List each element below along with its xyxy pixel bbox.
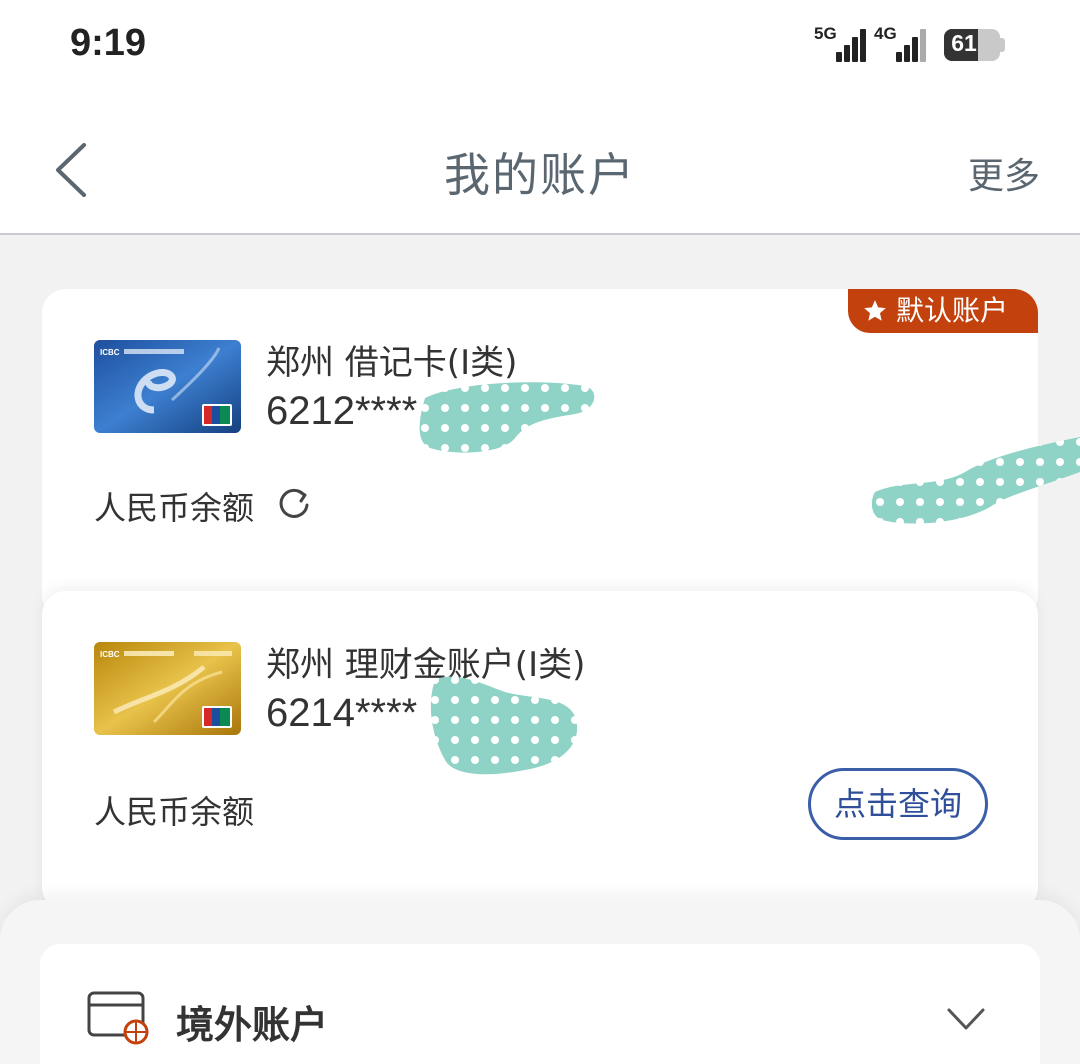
wealth-card-image: ICBC bbox=[94, 642, 241, 735]
network-label-5g: 5G bbox=[814, 24, 837, 43]
more-button[interactable]: 更多 bbox=[968, 147, 1040, 199]
network-label-4g: 4G bbox=[874, 24, 897, 43]
status-bar: 9:19 5G 4G 61 bbox=[0, 0, 1080, 95]
signal-bars-icon bbox=[836, 28, 868, 62]
battery-icon: 61 bbox=[944, 29, 1000, 61]
balance-label: 人民币余额 bbox=[94, 793, 255, 831]
overseas-account-section[interactable]: 境外账户 bbox=[40, 944, 1040, 1064]
account-number: 6212**** bbox=[266, 389, 418, 433]
refresh-icon[interactable] bbox=[276, 485, 312, 521]
query-balance-button[interactable]: 点击查询 bbox=[808, 768, 988, 840]
default-badge-label: 默认账户 bbox=[896, 294, 1009, 327]
account-name: 郑州 理财金账户(I类) bbox=[266, 645, 586, 685]
card-globe-icon bbox=[87, 991, 149, 1045]
overseas-title: 境外账户 bbox=[176, 1003, 329, 1047]
page-title: 我的账户 bbox=[444, 148, 636, 202]
status-time: 9:19 bbox=[70, 22, 147, 64]
signal-bars-icon bbox=[896, 28, 928, 62]
battery-level: 61 bbox=[951, 30, 977, 56]
balance-label: 人民币余额 bbox=[94, 489, 255, 527]
star-icon bbox=[862, 298, 888, 324]
account-name: 郑州 借记卡(I类) bbox=[266, 343, 518, 383]
svg-text:ICBC: ICBC bbox=[100, 348, 120, 357]
account-number: 6214**** bbox=[266, 691, 418, 735]
default-account-badge: 默认账户 bbox=[848, 289, 1038, 333]
svg-text:ICBC: ICBC bbox=[100, 650, 120, 659]
battery-tip bbox=[1000, 38, 1005, 52]
account-card-wealth[interactable]: ICBC 郑州 理财金账户(I类) 6214**** 人民币余额 点击查询 bbox=[42, 591, 1038, 911]
account-card-debit[interactable]: 默认账户 ICBC 郑州 借记卡(I类) 6212**** 人民币余额 bbox=[42, 289, 1038, 619]
chevron-down-icon[interactable] bbox=[946, 1006, 986, 1032]
debit-card-image: ICBC bbox=[94, 340, 241, 433]
nav-header: 我的账户 更多 bbox=[0, 95, 1080, 235]
